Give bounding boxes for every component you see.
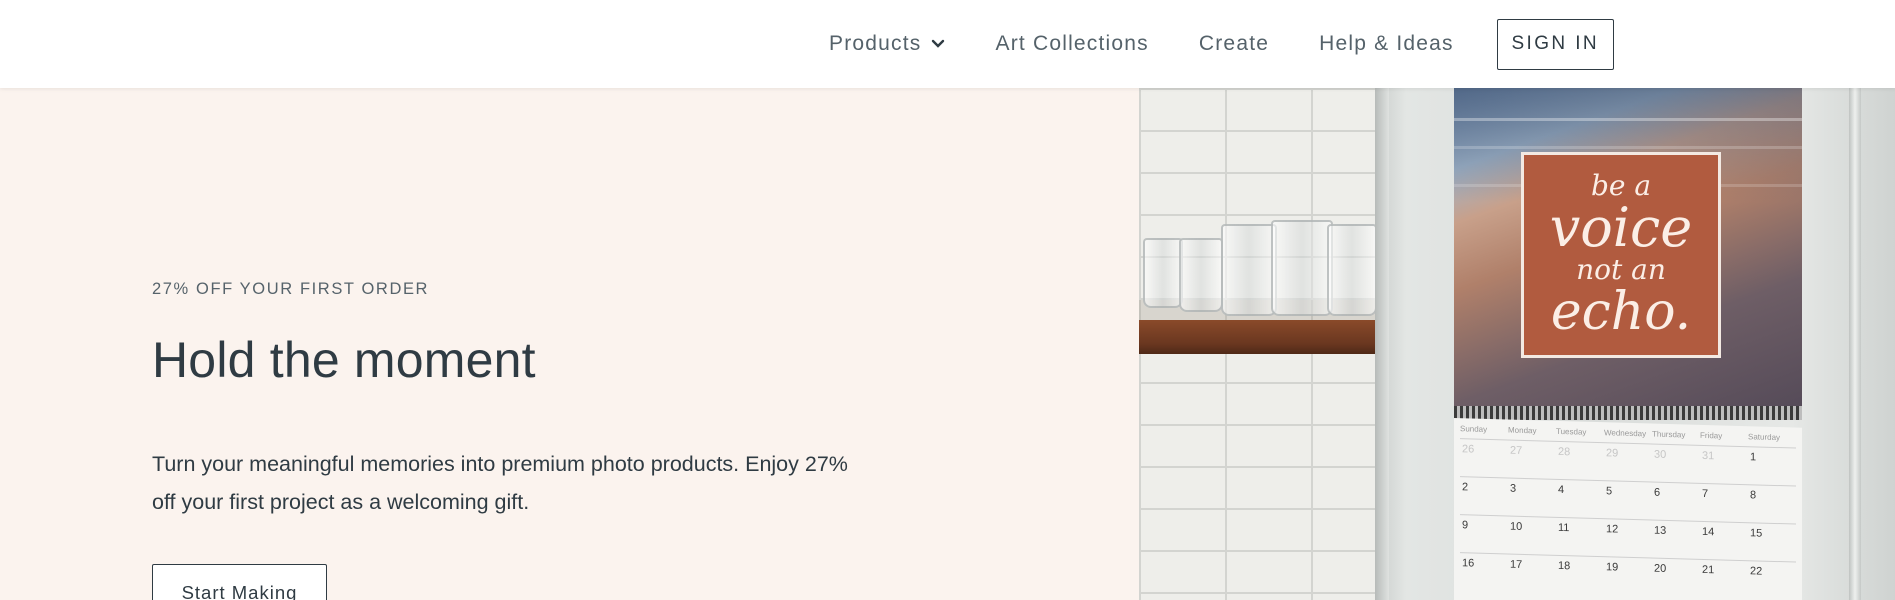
- calendar-day: 11: [1558, 521, 1570, 535]
- calendar-day: 7: [1702, 487, 1709, 501]
- calendar-day: 3: [1510, 482, 1517, 495]
- promo-eyebrow: 27% OFF YOUR FIRST ORDER: [152, 280, 430, 298]
- weekday-label: Saturday: [1748, 432, 1781, 443]
- calendar-day: 30: [1654, 448, 1667, 461]
- calendar-day: 31: [1702, 449, 1715, 463]
- calendar-day: 19: [1606, 561, 1619, 574]
- nav-products[interactable]: Products: [829, 32, 945, 56]
- calendar-day: 16: [1462, 557, 1475, 570]
- quote-line: voice: [1549, 196, 1693, 259]
- site-header: Products Art Collections Create Help & I…: [0, 0, 1895, 88]
- calendar-day: 6: [1654, 486, 1661, 499]
- glass: [1179, 238, 1223, 312]
- hero-body-text: Turn your meaningful memories into premi…: [152, 452, 848, 514]
- calendar-day: 13: [1654, 524, 1667, 537]
- calendar-day: 21: [1702, 563, 1715, 577]
- hero-image: be a voice not an echo. Sunday Monday Tu…: [1139, 88, 1895, 600]
- calendar-day: 12: [1606, 523, 1619, 536]
- calendar-week: 2 3 4 5 6 7 8: [1460, 476, 1796, 503]
- calendar-day: 29: [1606, 447, 1619, 460]
- calendar-week: 16 17 18 19 20 21 22: [1460, 552, 1796, 579]
- main-nav: Products Art Collections Create Help & I…: [829, 0, 1614, 88]
- calendar-day: 18: [1558, 559, 1571, 573]
- calendar-day: 1: [1750, 451, 1757, 464]
- calendar-day: 17: [1510, 558, 1523, 571]
- calendar-week: 26 27 28 29 30 31 1: [1460, 438, 1796, 465]
- hero-section: 27% OFF YOUR FIRST ORDER Hold the moment…: [0, 88, 1139, 600]
- calendar-spiral-binding: [1454, 406, 1802, 420]
- weekday-label: Monday: [1508, 425, 1537, 436]
- calendar-day: 15: [1750, 527, 1763, 540]
- glass: [1271, 220, 1333, 316]
- calendar-day: 20: [1654, 562, 1667, 575]
- nav-create[interactable]: Create: [1199, 32, 1269, 56]
- calendar-day: 27: [1510, 444, 1523, 457]
- calendar-day: 10: [1510, 520, 1523, 533]
- calendar-day: 9: [1462, 519, 1469, 532]
- quote-line: echo.: [1550, 282, 1692, 342]
- weekday-label: Wednesday: [1604, 428, 1647, 439]
- start-making-button[interactable]: Start Making: [152, 564, 327, 600]
- wooden-shelf: [1139, 320, 1379, 354]
- calendar-day: 14: [1702, 525, 1715, 539]
- nav-help-ideas[interactable]: Help & Ideas: [1319, 32, 1454, 56]
- nav-art-collections[interactable]: Art Collections: [995, 32, 1148, 56]
- quote-card: be a voice not an echo.: [1521, 152, 1721, 358]
- weekday-label: Sunday: [1460, 424, 1488, 434]
- calendar-day: 2: [1462, 481, 1469, 494]
- weekday-label: Tuesday: [1556, 426, 1587, 437]
- glass: [1221, 224, 1277, 316]
- sign-in-button[interactable]: SIGN IN: [1496, 18, 1614, 70]
- quote-line: not an: [1576, 253, 1666, 286]
- weekday-label: Thursday: [1652, 429, 1686, 440]
- chevron-down-icon: [932, 39, 945, 48]
- calendar-day: 5: [1606, 485, 1613, 498]
- hero-headline: Hold the moment: [152, 332, 536, 388]
- glass: [1327, 224, 1377, 316]
- nav-products-label: Products: [829, 32, 922, 55]
- weekday-label: Friday: [1700, 430, 1723, 441]
- calendar-week: 9 10 11 12 13 14 15: [1460, 514, 1796, 541]
- calendar-grid: Sunday Monday Tuesday Wednesday Thursday…: [1454, 418, 1802, 600]
- calendar-day: 26: [1462, 443, 1475, 456]
- calendar-day: 22: [1750, 565, 1763, 578]
- glass: [1143, 238, 1183, 308]
- calendar-day: 8: [1750, 489, 1757, 502]
- calendar-day: 28: [1558, 445, 1571, 459]
- calendar-day: 4: [1558, 483, 1565, 497]
